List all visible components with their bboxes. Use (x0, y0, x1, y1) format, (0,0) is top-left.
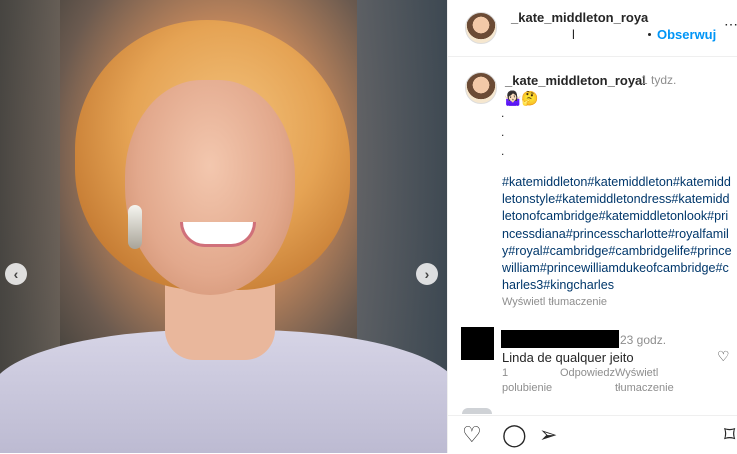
caption-dots: . . . (501, 106, 505, 158)
more-options-icon[interactable]: ⋯ (724, 16, 737, 33)
like-heart-icon[interactable]: ♡ (462, 424, 482, 446)
follow-button[interactable]: Obserwuj (657, 27, 716, 42)
action-bar: ♡ ◯ ➢ ⌑ (448, 415, 737, 454)
comment-reply-button[interactable]: Odpowiedz (560, 366, 615, 381)
save-bookmark-icon[interactable]: ⌑ (724, 424, 735, 446)
photo-earring (128, 205, 142, 249)
caption-author-avatar[interactable] (465, 72, 497, 104)
comment-likes-count[interactable]: 1 polubienie (502, 366, 552, 396)
caption-timestamp[interactable]: 1 tydz. (641, 73, 676, 87)
caption-hashtags[interactable]: #katemiddleton#katemiddleton#katemiddlet… (502, 174, 732, 294)
next-comment-avatar (462, 408, 492, 414)
separator-dot (648, 33, 651, 36)
comment-bubble-icon[interactable]: ◯ (502, 424, 527, 446)
chevron-left-icon: ‹ (13, 266, 19, 282)
share-send-icon[interactable]: ➢ (539, 424, 557, 446)
post-photo[interactable]: ‹ › (0, 0, 447, 453)
comment-like-heart-icon[interactable]: ♡ (717, 348, 730, 365)
author-username-overflow[interactable]: l (572, 27, 575, 42)
comment-timestamp[interactable]: 23 godz. (620, 333, 666, 347)
author-avatar[interactable] (465, 12, 497, 44)
carousel-prev-button[interactable]: ‹ (5, 263, 27, 285)
comment-avatar-redacted[interactable] (461, 327, 494, 360)
caption-username[interactable]: _kate_middleton_royal (505, 73, 646, 88)
carousel-next-button[interactable]: › (416, 263, 438, 285)
author-username[interactable]: _kate_middleton_roya (511, 10, 648, 25)
caption-emojis: 🤷🏻‍♀️🤔 (504, 90, 539, 106)
chevron-right-icon: › (424, 266, 430, 282)
comment-text: Linda de qualquer jeito (502, 350, 634, 365)
comment-translate-link[interactable]: Wyświetl tłumaczenie (615, 366, 695, 396)
post-header: _kate_middleton_roya l Obserwuj ⋯ (448, 0, 737, 57)
post-sidebar: _kate_middleton_roya l Obserwuj ⋯ _kate_… (447, 0, 737, 453)
caption-translate-link[interactable]: Wyświetl tłumaczenie (502, 296, 607, 308)
comment-username-redacted (501, 330, 619, 348)
photo-face (125, 80, 295, 295)
